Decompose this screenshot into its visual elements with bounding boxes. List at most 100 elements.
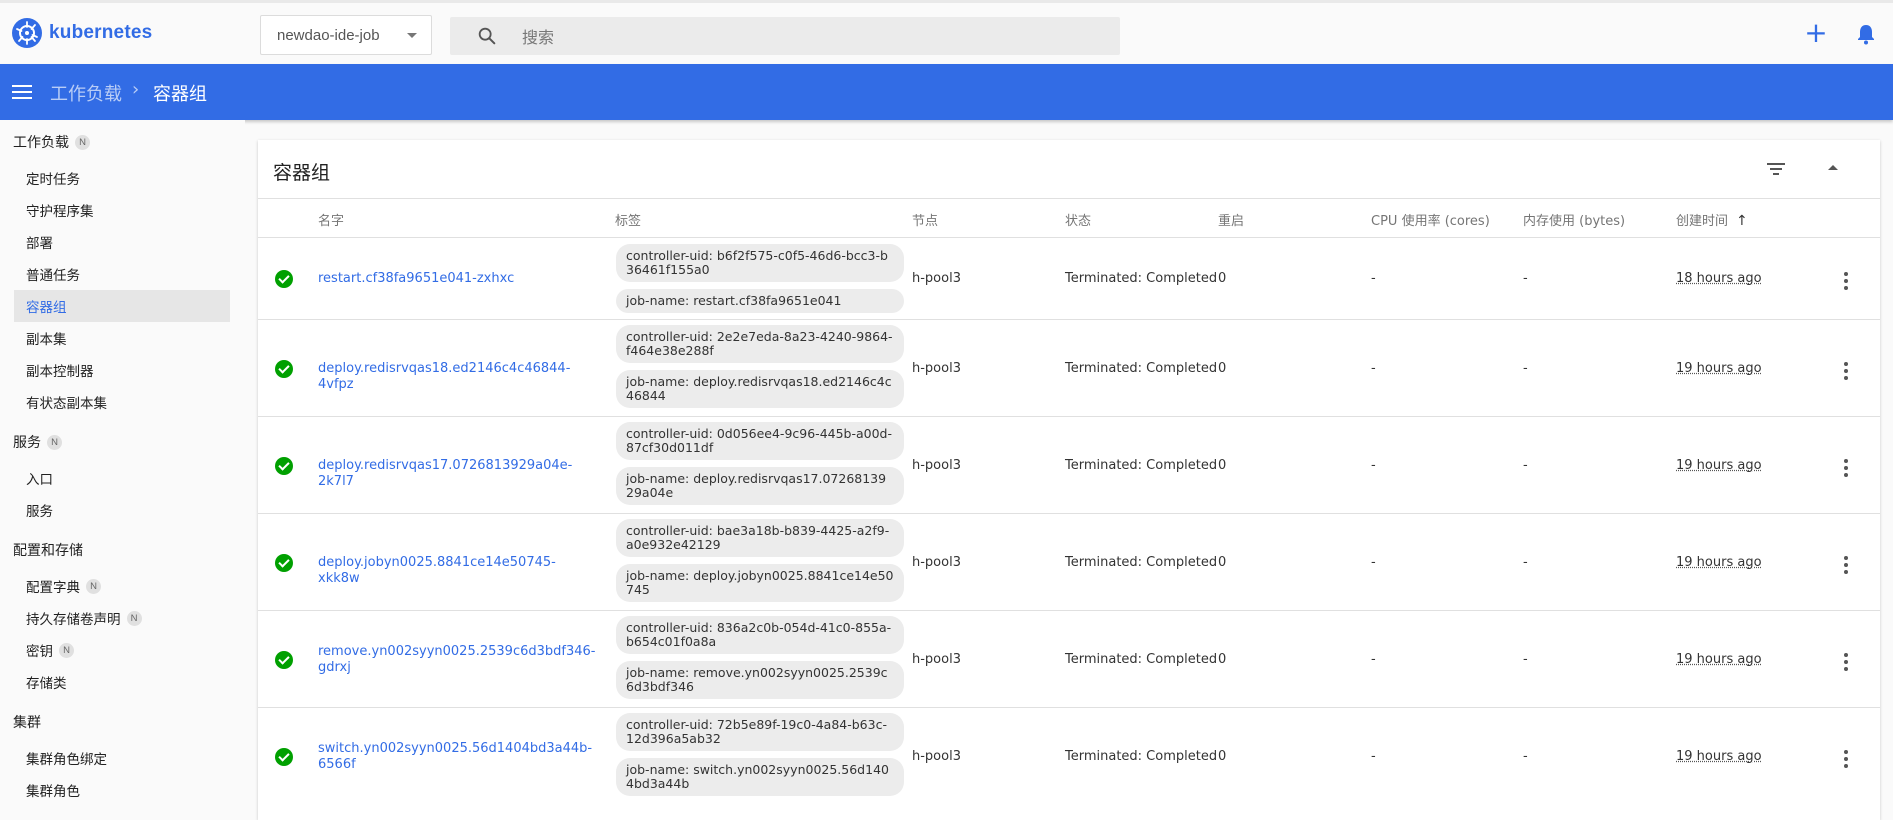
- sidebar-section-label: 工作负载: [13, 135, 69, 151]
- sidebar-item-secrets[interactable]: 密钥 N: [14, 634, 230, 666]
- sidebar-item-pvcs[interactable]: 持久存储卷声明 N: [14, 602, 230, 634]
- namespaced-badge: N: [75, 134, 90, 150]
- sidebar-item-clusterroles[interactable]: 集群角色: [14, 774, 230, 806]
- sidebar-section-config-storage[interactable]: 配置和存储: [13, 540, 83, 560]
- sidebar: 工作负载 N 定时任务 守护程序集 部署 普通任务 容器组 副本集 副本控制器 …: [0, 120, 245, 806]
- sidebar-section-label: 配置和存储: [13, 543, 83, 559]
- label-chip: controller-uid: 72b5e89f-19c0-4a84-b63c-…: [616, 713, 904, 751]
- sidebar-item-label: 副本控制器: [26, 364, 94, 380]
- sort-ascending-icon[interactable]: ↑: [1736, 213, 1748, 229]
- node-cell[interactable]: h-pool3: [912, 749, 961, 764]
- namespace-select[interactable]: newdao-ide-job: [260, 15, 432, 55]
- pod-name-link[interactable]: deploy.redisrvqas18.ed2146c4c46844-4vfpz: [318, 361, 570, 393]
- create-plus-icon[interactable]: +: [1804, 19, 1828, 47]
- sidebar-item-label: 普通任务: [26, 268, 80, 284]
- node-cell[interactable]: h-pool3: [912, 458, 961, 473]
- sidebar-item-ingresses[interactable]: 入口: [14, 462, 230, 494]
- more-vert-icon[interactable]: [1844, 653, 1848, 674]
- memory-cell: -: [1523, 271, 1528, 286]
- pod-name-link[interactable]: deploy.jobyn0025.8841ce14e50745-xkk8w: [318, 555, 558, 587]
- cpu-cell: -: [1371, 749, 1376, 764]
- sidebar-item-configmaps[interactable]: 配置字典 N: [14, 570, 230, 602]
- label-chip: job-name: switch.yn002syyn0025.56d1404bd…: [616, 758, 904, 796]
- breadcrumb-workloads[interactable]: 工作负载: [50, 80, 122, 106]
- sidebar-item-clusterrolebindings[interactable]: 集群角色绑定: [14, 742, 230, 774]
- pod-name-link[interactable]: remove.yn002syyn0025.2539c6d3bdf346-gdrx…: [318, 644, 595, 676]
- column-header-created[interactable]: 创建时间 ↑: [1676, 210, 1748, 229]
- menu-icon[interactable]: [12, 85, 32, 99]
- more-vert-icon[interactable]: [1844, 272, 1848, 293]
- namespace-value: newdao-ide-job: [277, 26, 380, 44]
- node-cell[interactable]: h-pool3: [912, 271, 961, 286]
- column-header-status: 状态: [1065, 214, 1092, 229]
- table-row: deploy.redisrvqas18.ed2146c4c46844-4vfpz…: [258, 320, 1880, 417]
- status-cell: Terminated: Completed: [1065, 361, 1218, 376]
- sidebar-item-storageclasses[interactable]: 存储类: [14, 666, 230, 698]
- status-success-icon: [275, 748, 293, 766]
- sidebar-item-label: 有状态副本集: [26, 396, 107, 412]
- label-chip: job-name: remove.yn002syyn0025.2539c6d3b…: [616, 661, 904, 699]
- sidebar-item-replicationcontrollers[interactable]: 副本控制器: [14, 354, 230, 386]
- table-row: deploy.redisrvqas17.0726813929a04e-2k7l7…: [258, 417, 1880, 514]
- search-bar[interactable]: 搜索: [450, 17, 1120, 55]
- column-header-created-label: 创建时间: [1676, 214, 1729, 229]
- label-chip: controller-uid: bae3a18b-b839-4425-a2f9-…: [616, 519, 904, 557]
- pod-name-link[interactable]: switch.yn002syyn0025.56d1404bd3a44b-6566…: [318, 741, 592, 773]
- label-chip: controller-uid: 836a2c0b-054d-41c0-855a-…: [616, 616, 904, 654]
- more-vert-icon[interactable]: [1844, 459, 1848, 480]
- pod-name-link[interactable]: restart.cf38fa9651e041-zxhxc: [318, 271, 558, 287]
- collapse-icon[interactable]: [1828, 165, 1838, 170]
- filter-icon[interactable]: [1766, 162, 1786, 176]
- more-vert-icon[interactable]: [1844, 362, 1848, 383]
- cpu-cell: -: [1371, 458, 1376, 473]
- node-cell[interactable]: h-pool3: [912, 361, 961, 376]
- more-vert-icon[interactable]: [1844, 556, 1848, 577]
- label-chip: controller-uid: 0d056ee4-9c96-445b-a00d-…: [616, 422, 904, 460]
- sidebar-item-replicasets[interactable]: 副本集: [14, 322, 230, 354]
- table-row: switch.yn002syyn0025.56d1404bd3a44b-6566…: [258, 708, 1880, 805]
- sidebar-item-label: 服务: [26, 504, 53, 520]
- sidebar-item-label: 配置字典: [26, 580, 80, 596]
- brand[interactable]: kubernetes: [12, 18, 152, 48]
- search-placeholder[interactable]: 搜索: [522, 24, 554, 48]
- more-vert-icon[interactable]: [1844, 750, 1848, 771]
- status-cell: Terminated: Completed: [1065, 458, 1218, 473]
- breadcrumb-bar: 工作负载 › 容器组: [0, 64, 1893, 120]
- search-icon: [478, 27, 496, 45]
- created-cell: 19 hours ago: [1676, 458, 1762, 473]
- node-cell[interactable]: h-pool3: [912, 652, 961, 667]
- sidebar-section-workloads[interactable]: 工作负载 N: [13, 132, 90, 152]
- memory-cell: -: [1523, 361, 1528, 376]
- sidebar-item-services[interactable]: 服务: [14, 494, 230, 526]
- divider: [258, 198, 1880, 199]
- sidebar-section-cluster[interactable]: 集群: [13, 712, 41, 732]
- sidebar-item-deployments[interactable]: 部署: [14, 226, 230, 258]
- restarts-cell: 0: [1218, 458, 1227, 473]
- sidebar-item-label: 存储类: [26, 676, 67, 692]
- breadcrumb-current: 容器组: [153, 84, 207, 105]
- sidebar-item-daemonsets[interactable]: 守护程序集: [14, 194, 230, 226]
- status-success-icon: [275, 457, 293, 475]
- status-success-icon: [275, 651, 293, 669]
- label-chip: job-name: deploy.jobyn0025.8841ce14e5074…: [616, 564, 904, 602]
- sidebar-item-label: 密钥: [26, 644, 53, 660]
- notifications-bell-icon[interactable]: [1856, 23, 1876, 45]
- status-success-icon: [275, 270, 293, 288]
- column-header-name[interactable]: 名字: [318, 210, 344, 229]
- sidebar-item-cronjobs[interactable]: 定时任务: [14, 162, 230, 194]
- pod-name-link[interactable]: deploy.redisrvqas17.0726813929a04e-2k7l7: [318, 458, 572, 490]
- chevron-down-icon: [407, 33, 417, 38]
- sidebar-section-services[interactable]: 服务 N: [13, 432, 62, 452]
- table-row: deploy.jobyn0025.8841ce14e50745-xkk8w co…: [258, 514, 1880, 611]
- column-header-node: 节点: [912, 214, 939, 229]
- sidebar-item-statefulsets[interactable]: 有状态副本集: [14, 386, 230, 418]
- memory-cell: -: [1523, 652, 1528, 667]
- sidebar-item-jobs[interactable]: 普通任务: [14, 258, 230, 290]
- node-cell[interactable]: h-pool3: [912, 555, 961, 570]
- label-chip: controller-uid: 2e2e7eda-8a23-4240-9864-…: [616, 325, 904, 363]
- status-cell: Terminated: Completed: [1065, 652, 1218, 667]
- restarts-cell: 0: [1218, 749, 1227, 764]
- restarts-cell: 0: [1218, 652, 1227, 667]
- sidebar-item-pods[interactable]: 容器组: [14, 290, 230, 322]
- sidebar-item-label: 入口: [26, 472, 53, 488]
